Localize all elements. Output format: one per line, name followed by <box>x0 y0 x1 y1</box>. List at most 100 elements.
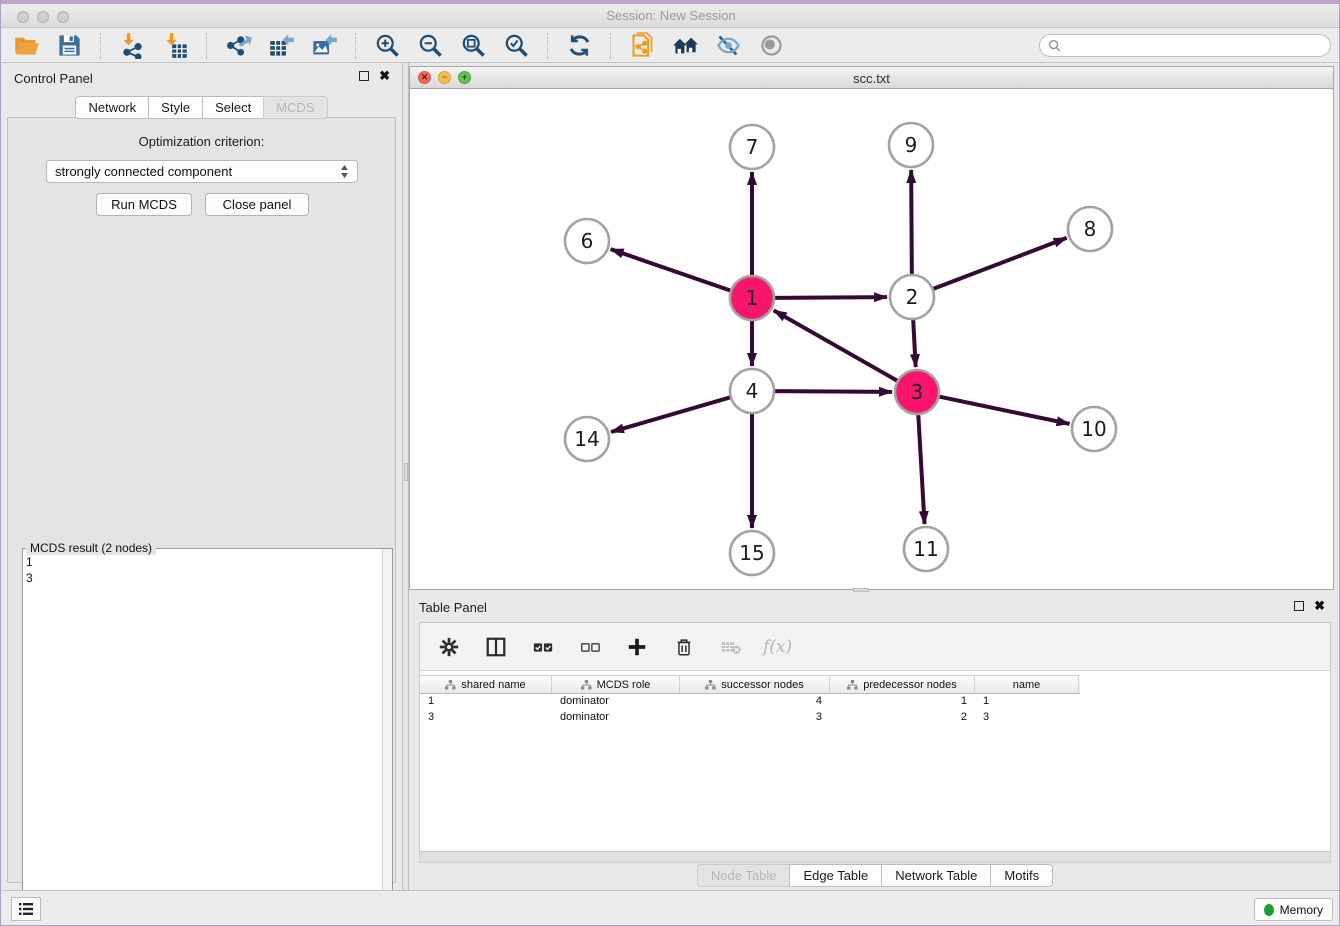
close-table-panel-icon[interactable]: ✖ <box>1314 601 1325 611</box>
cell-shared-name[interactable]: 3 <box>420 710 552 726</box>
graph-node-7[interactable]: 7 <box>730 125 774 169</box>
zoom-in-icon[interactable] <box>372 32 402 60</box>
network-canvas[interactable]: 1 2 3 4 6 7 8 9 10 11 14 15 <box>410 89 1333 589</box>
edge-4-3[interactable] <box>775 391 892 392</box>
cell-name[interactable]: 3 <box>975 710 1079 726</box>
node-label: 7 <box>746 135 759 159</box>
show-all-icon[interactable] <box>756 32 786 60</box>
memory-label: Memory <box>1280 903 1323 917</box>
network-window-titlebar[interactable]: ✕ − + scc.txt <box>410 67 1333 89</box>
graph-node-11[interactable]: 11 <box>904 527 948 571</box>
graph-node-15[interactable]: 15 <box>730 531 774 575</box>
edge-2-8[interactable] <box>933 238 1066 289</box>
horizontal-splitter-grip[interactable] <box>853 588 869 592</box>
run-mcds-button[interactable]: Run MCDS <box>96 193 192 216</box>
search-input[interactable] <box>1066 39 1322 53</box>
column-header-mcds-role[interactable]: MCDS role <box>552 676 680 693</box>
hide-selected-icon[interactable] <box>713 32 743 60</box>
graph-node-14[interactable]: 14 <box>565 417 609 461</box>
edge-2-9[interactable] <box>911 170 912 274</box>
new-network-from-selection-icon[interactable] <box>627 32 657 60</box>
network-graph[interactable]: 1 2 3 4 6 7 8 9 10 11 14 15 <box>410 89 1333 589</box>
graph-node-9[interactable]: 9 <box>889 123 933 167</box>
column-header-successor-nodes[interactable]: successor nodes <box>680 676 830 693</box>
select-all-checkboxes-icon[interactable] <box>528 633 558 661</box>
memory-button[interactable]: Memory <box>1254 898 1333 921</box>
mcds-result-group: MCDS result (2 nodes) 1 3 <box>22 548 393 926</box>
graph-node-3[interactable]: 3 <box>895 370 939 414</box>
open-file-icon[interactable] <box>11 32 41 60</box>
criterion-select[interactable]: strongly connected component <box>46 160 358 183</box>
float-table-panel-icon[interactable] <box>1294 601 1304 611</box>
function-builder-icon[interactable]: f(x) <box>763 637 792 657</box>
table-row[interactable]: 1dominator411 <box>420 694 1080 710</box>
home-layout-icon[interactable] <box>670 32 700 60</box>
deselect-all-checkboxes-icon[interactable] <box>575 633 605 661</box>
task-list-button[interactable] <box>11 897 41 921</box>
close-panel-button[interactable]: Close panel <box>205 193 309 216</box>
search-field[interactable] <box>1039 34 1331 57</box>
vertical-splitter[interactable] <box>402 63 409 890</box>
zoom-selected-icon[interactable] <box>501 32 531 60</box>
edge-2-3[interactable] <box>913 320 915 367</box>
tab-mcds[interactable]: MCDS <box>263 96 327 119</box>
cell-successor-nodes[interactable]: 4 <box>680 694 830 710</box>
column-header-predecessor-nodes[interactable]: predecessor nodes <box>830 676 975 693</box>
graph-node-8[interactable]: 8 <box>1068 207 1112 251</box>
graph-node-6[interactable]: 6 <box>565 219 609 263</box>
edge-4-14[interactable] <box>611 397 730 432</box>
mcds-result-text[interactable]: 1 3 <box>26 554 379 925</box>
column-header-name[interactable]: name <box>975 676 1079 693</box>
edge-3-11[interactable] <box>918 415 924 524</box>
edge-3-1[interactable] <box>774 310 897 380</box>
graph-node-4[interactable]: 4 <box>730 369 774 413</box>
network-window-title: scc.txt <box>410 71 1333 86</box>
cell-shared-name[interactable]: 1 <box>420 694 552 710</box>
delete-table-icon[interactable] <box>716 633 746 661</box>
close-panel-icon[interactable]: ✖ <box>379 71 390 81</box>
table-tab-node-table[interactable]: Node Table <box>697 864 791 887</box>
cell-successor-nodes[interactable]: 3 <box>680 710 830 726</box>
graph-node-1[interactable]: 1 <box>730 276 774 320</box>
cell-predecessor-nodes[interactable]: 1 <box>830 694 975 710</box>
graph-node-2[interactable]: 2 <box>890 275 934 319</box>
tab-network[interactable]: Network <box>75 96 149 119</box>
table-row[interactable]: 3dominator323 <box>420 710 1080 726</box>
node-label: 6 <box>581 229 594 253</box>
column-header-shared-name[interactable]: shared name <box>420 676 552 693</box>
float-panel-icon[interactable] <box>359 71 369 81</box>
export-network-icon[interactable] <box>223 32 253 60</box>
attribute-type-icon <box>581 680 592 690</box>
cell-mcds-role[interactable]: dominator <box>552 694 680 710</box>
table-tab-edge-table[interactable]: Edge Table <box>789 864 882 887</box>
node-label: 3 <box>911 380 924 404</box>
table-settings-gear-icon[interactable] <box>434 633 464 661</box>
column-selector-icon[interactable] <box>481 633 511 661</box>
cell-predecessor-nodes[interactable]: 2 <box>830 710 975 726</box>
zoom-fit-icon[interactable] <box>458 32 488 60</box>
refresh-icon[interactable] <box>564 32 594 60</box>
import-network-icon[interactable] <box>117 32 147 60</box>
delete-column-icon[interactable] <box>669 633 699 661</box>
table-tab-motifs[interactable]: Motifs <box>990 864 1053 887</box>
add-column-icon[interactable] <box>622 633 652 661</box>
control-panel-title: Control Panel <box>14 71 93 86</box>
tab-style[interactable]: Style <box>148 96 203 119</box>
import-table-icon[interactable] <box>160 32 190 60</box>
toolbar-separator <box>547 33 548 59</box>
cell-name[interactable]: 1 <box>975 694 1079 710</box>
splitter-grip[interactable] <box>404 463 408 481</box>
edge-3-10[interactable] <box>940 397 1070 424</box>
cell-mcds-role[interactable]: dominator <box>552 710 680 726</box>
edge-1-2[interactable] <box>775 297 887 298</box>
zoom-out-icon[interactable] <box>415 32 445 60</box>
graph-node-10[interactable]: 10 <box>1072 407 1116 451</box>
save-session-icon[interactable] <box>54 32 84 60</box>
attribute-type-icon <box>847 680 858 690</box>
edge-1-6[interactable] <box>611 249 731 290</box>
tab-select[interactable]: Select <box>202 96 264 119</box>
table-tab-network-table[interactable]: Network Table <box>881 864 991 887</box>
export-image-icon[interactable] <box>309 32 339 60</box>
result-scrollbar[interactable] <box>382 549 392 926</box>
export-table-icon[interactable] <box>266 32 296 60</box>
